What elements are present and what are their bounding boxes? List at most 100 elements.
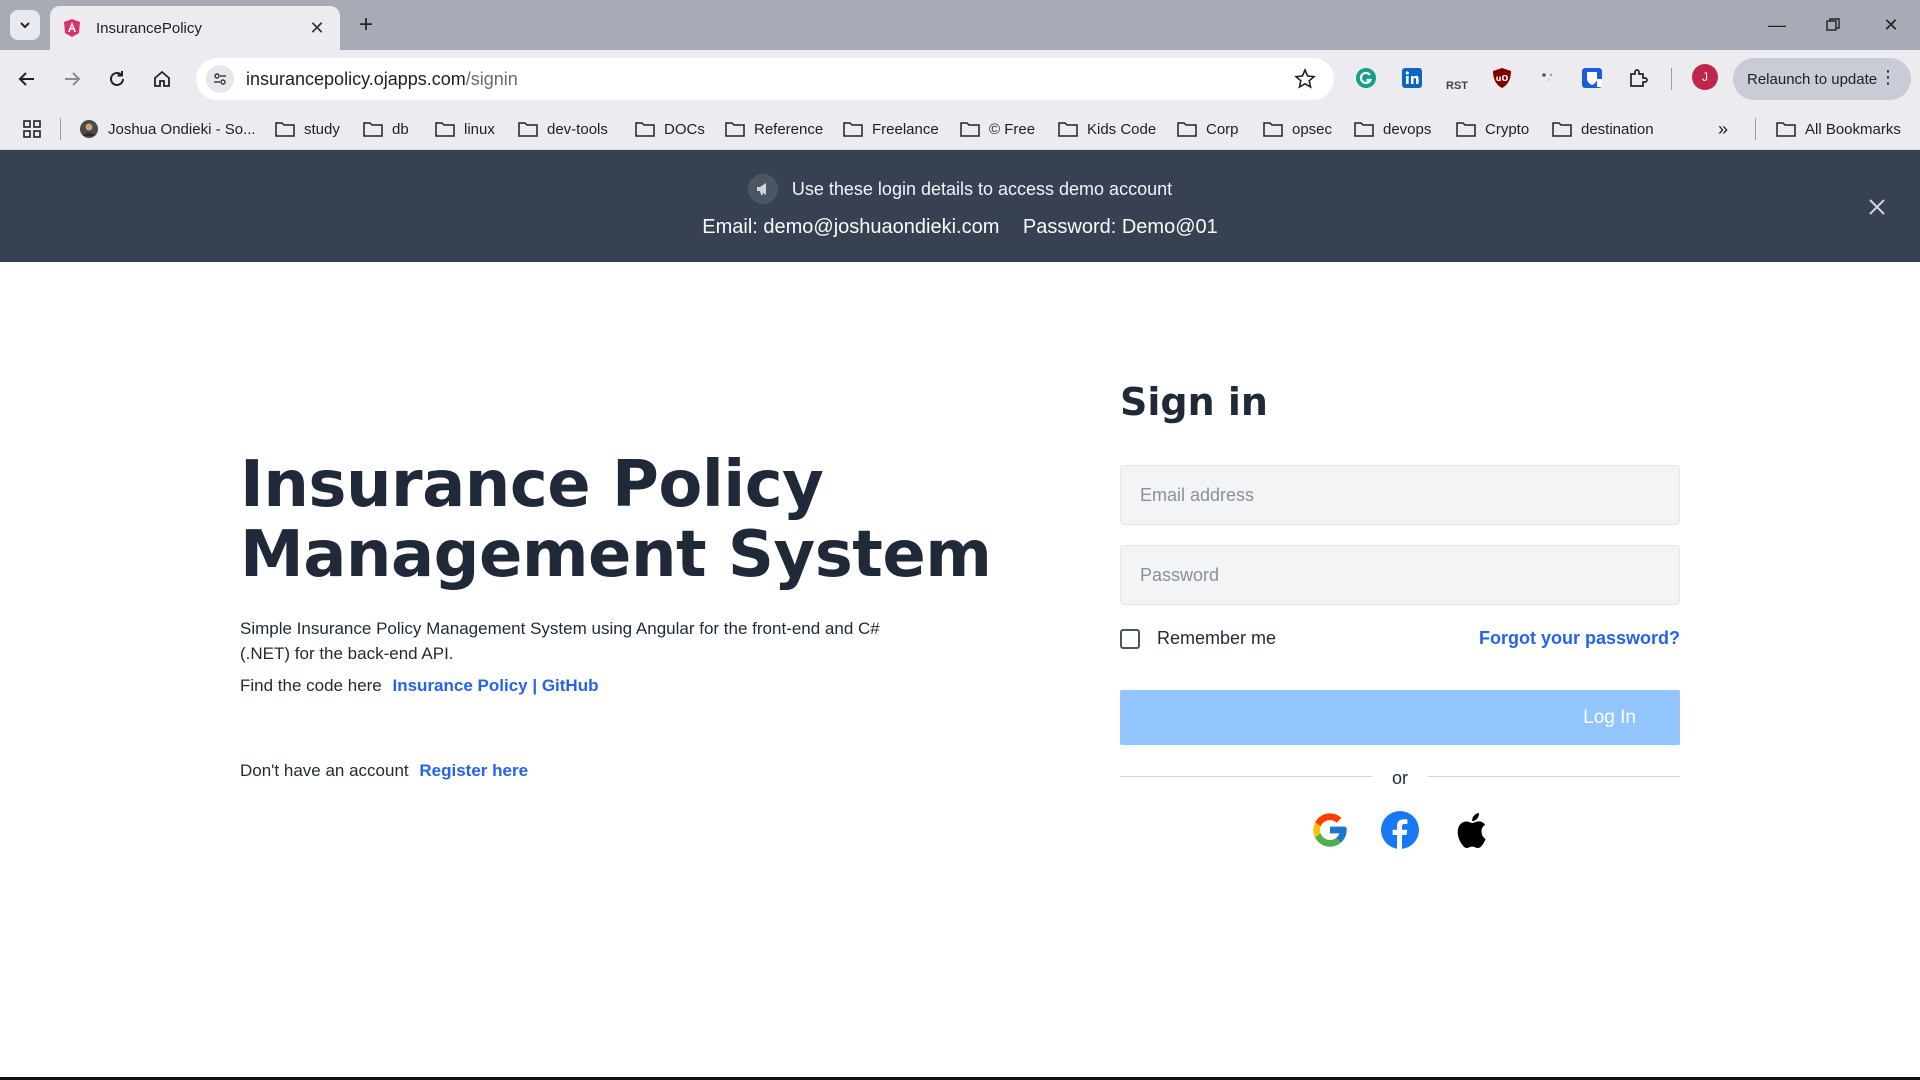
bookmark-folder-devops[interactable]: devops — [1354, 118, 1431, 140]
google-icon — [1313, 813, 1347, 847]
bookmark-label: Corp — [1206, 120, 1239, 138]
signin-title: Sign in — [1120, 380, 1268, 424]
apps-icon[interactable] — [22, 118, 51, 140]
bookmark-label: opsec — [1292, 120, 1333, 138]
puzzle-icon[interactable] — [1624, 64, 1652, 92]
back-icon[interactable] — [10, 62, 44, 96]
title-line-2: Management System — [240, 518, 992, 592]
avatar-icon — [80, 120, 98, 138]
bookmark-label: db — [392, 120, 409, 138]
bookmark-label: Joshua Ondieki - So... — [108, 120, 256, 138]
bookmark-label: destination — [1581, 120, 1654, 138]
page-description: Simple Insurance Policy Management Syste… — [240, 619, 880, 663]
megaphone-icon — [747, 174, 778, 204]
folder-icon — [1177, 122, 1197, 137]
grammarly-icon[interactable] — [1352, 64, 1380, 92]
rst-icon-label: RST — [1446, 80, 1468, 92]
all-bookmarks[interactable]: All Bookmarks — [1776, 118, 1901, 140]
page-title: Insurance Policy Management System — [240, 450, 1000, 590]
bookmark-label: © Free — [989, 120, 1036, 138]
remember-me[interactable]: Remember me — [1120, 628, 1276, 649]
email-field[interactable] — [1120, 465, 1680, 525]
facebook-icon — [1381, 811, 1419, 849]
folder-icon — [1263, 122, 1283, 137]
or-label: or — [1391, 768, 1408, 788]
svg-text:uO: uO — [1496, 74, 1509, 83]
divider-left — [1120, 776, 1372, 777]
bookmark-folder-destination[interactable]: destination — [1552, 118, 1654, 140]
browser-toolbar: insurancepolicy.ojapps.com/signin RST uO… — [0, 50, 1920, 108]
restore-icon[interactable] — [1818, 10, 1848, 40]
bookmark-folder-crypto[interactable]: Crypto — [1456, 118, 1529, 140]
bitwarden-icon[interactable] — [1578, 64, 1606, 92]
minimize-icon[interactable]: — — [1762, 10, 1792, 40]
chevron-down-icon — [20, 22, 30, 29]
home-icon[interactable] — [145, 62, 179, 96]
google-signin-button[interactable] — [1308, 808, 1352, 852]
relaunch-label: Relaunch to update — [1747, 70, 1878, 88]
forgot-password-link[interactable]: Forgot your password? — [1479, 628, 1680, 649]
bookmark-folder-linux[interactable]: linux — [435, 118, 495, 140]
folder-icon — [1456, 122, 1476, 137]
password-field[interactable] — [1120, 545, 1680, 605]
bookmark-folder-study[interactable]: study — [275, 118, 340, 140]
reload-icon[interactable] — [100, 62, 134, 96]
tab-close-icon[interactable]: ✕ — [306, 17, 328, 39]
forward-icon[interactable] — [55, 62, 89, 96]
code-line: Find the code here Insurance Policy | Gi… — [240, 676, 598, 696]
bookmark-label: Crypto — [1485, 120, 1530, 138]
login-button[interactable]: Log In — [1120, 690, 1680, 745]
new-tab-button[interactable]: + — [352, 11, 380, 39]
bookmark-label: linux — [464, 120, 495, 138]
window-close-icon[interactable]: ✕ — [1876, 10, 1906, 40]
rst-icon[interactable]: RST — [1443, 64, 1471, 92]
browser-tab[interactable]: InsurancePolicy ✕ — [50, 6, 340, 50]
linkedin-icon[interactable] — [1398, 64, 1426, 92]
bookmark-folder-dev-tools[interactable]: dev-tools — [518, 118, 608, 140]
folder-icon — [1058, 122, 1078, 137]
address-bar[interactable]: insurancepolicy.ojapps.com/signin — [196, 58, 1334, 100]
url-host: insurancepolicy.ojapps.com — [246, 68, 466, 89]
ublock-icon[interactable]: uO — [1488, 64, 1516, 92]
banner-close-icon[interactable] — [1864, 194, 1890, 220]
github-link[interactable]: Insurance Policy | GitHub — [393, 676, 599, 695]
angular-icon — [64, 19, 80, 37]
bookmark-label: devops — [1383, 120, 1432, 138]
remember-checkbox[interactable] — [1120, 628, 1140, 649]
banner-email: Email: demo@joshuaondieki.com — [702, 216, 1000, 238]
facebook-signin-button[interactable] — [1378, 808, 1422, 852]
title-line-1: Insurance Policy — [240, 448, 824, 522]
bookmark-item[interactable]: Joshua Ondieki - So... — [79, 118, 256, 140]
relaunch-button[interactable]: Relaunch to update ⋮ — [1733, 58, 1911, 100]
demo-banner: Use these login details to access demo a… — [0, 150, 1920, 262]
divider-right — [1428, 776, 1680, 777]
dots-extension-icon[interactable] — [1533, 64, 1561, 92]
tab-search-button[interactable] — [10, 10, 40, 40]
bookmark-folder-kids-code[interactable]: Kids Code — [1058, 118, 1156, 140]
banner-password: Password: Demo@01 — [1022, 216, 1218, 238]
bookmark-folder-reference[interactable]: Reference — [725, 118, 823, 140]
more-bookmarks-icon[interactable]: » — [1718, 118, 1728, 140]
site-info-icon[interactable] — [206, 65, 234, 93]
bookmark-folder-free[interactable]: © Free — [960, 118, 1035, 140]
register-link[interactable]: Register here — [419, 761, 528, 780]
bookmarks-bar: Joshua Ondieki - So... study db linux de… — [0, 108, 1920, 150]
bookmark-folder-corp[interactable]: Corp — [1177, 118, 1239, 140]
profile-avatar[interactable]: J — [1692, 64, 1718, 90]
bookmark-label: DOCs — [664, 120, 705, 138]
banner-credentials: Email: demo@joshuaondieki.com Password: … — [0, 216, 1920, 239]
all-bookmarks-label: All Bookmarks — [1805, 120, 1901, 138]
apple-signin-button[interactable] — [1448, 808, 1492, 852]
bookmark-folder-docs[interactable]: DOCs — [635, 118, 705, 140]
bookmark-star-icon[interactable] — [1294, 68, 1316, 90]
tab-title: InsurancePolicy — [96, 19, 202, 37]
bookmark-label: study — [304, 120, 340, 138]
browser-tabstrip: InsurancePolicy ✕ + — ✕ — [0, 0, 1920, 50]
bookmark-folder-opsec[interactable]: opsec — [1263, 118, 1332, 140]
bookmark-folder-db[interactable]: db — [363, 118, 409, 140]
bookmark-folder-freelance[interactable]: Freelance — [843, 118, 939, 140]
folder-icon — [363, 122, 383, 137]
bookmarks-separator — [1755, 118, 1756, 140]
register-prefix: Don't have an account — [240, 761, 409, 780]
url-path: /signin — [465, 68, 518, 89]
